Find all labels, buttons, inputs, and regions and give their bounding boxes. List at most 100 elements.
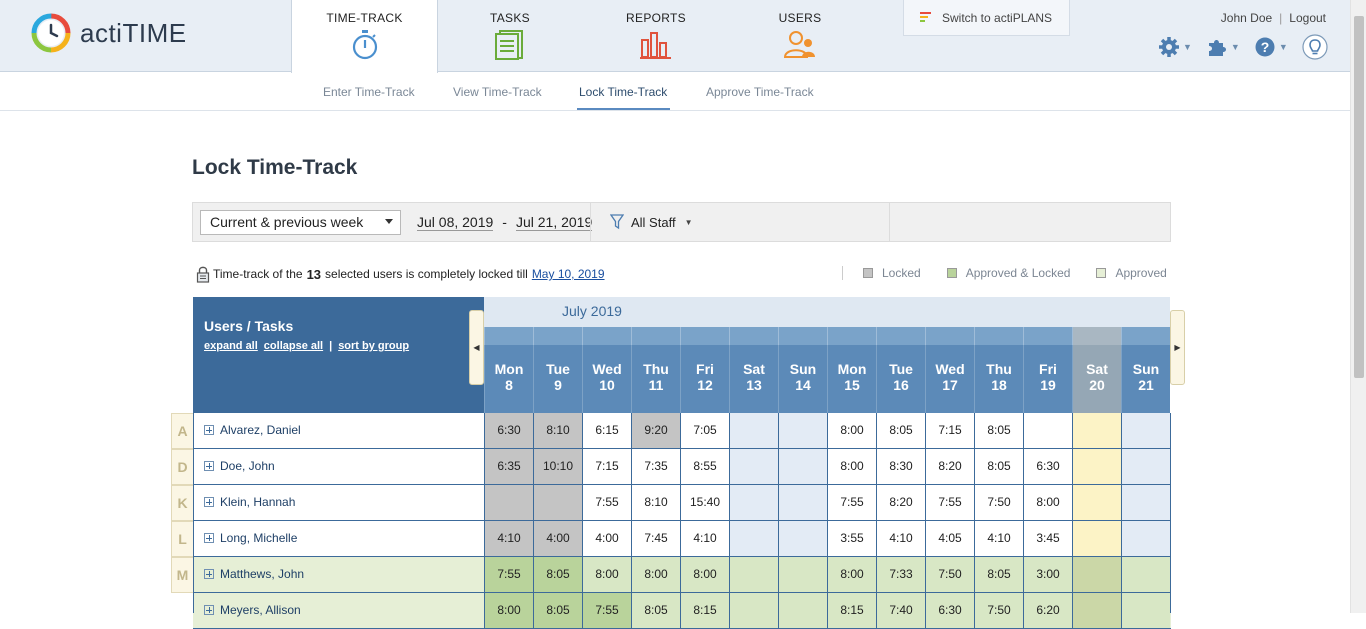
time-cell[interactable] <box>778 557 827 592</box>
subnav-enter-time-track[interactable]: Enter Time-Track <box>323 85 415 99</box>
time-cell[interactable] <box>1121 449 1170 484</box>
subnav-lock-time-track[interactable]: Lock Time-Track <box>579 85 667 99</box>
time-cell[interactable] <box>1121 593 1170 628</box>
time-cell[interactable]: 8:00 <box>827 449 876 484</box>
time-cell[interactable]: 7:50 <box>925 557 974 592</box>
tab-reports[interactable]: REPORTS <box>582 0 730 72</box>
time-cell[interactable]: 8:05 <box>974 413 1023 448</box>
time-cell[interactable]: 4:10 <box>974 521 1023 556</box>
sort-by-group-link[interactable]: sort by group <box>338 340 409 352</box>
time-cell[interactable]: 7:35 <box>631 449 680 484</box>
switch-to-actiplans-button[interactable]: Switch to actiPLANS <box>903 0 1070 36</box>
time-cell[interactable]: 8:55 <box>680 449 729 484</box>
tab-tasks[interactable]: TASKS <box>438 0 582 72</box>
time-cell[interactable] <box>729 449 778 484</box>
time-cell[interactable]: 8:10 <box>631 485 680 520</box>
time-cell[interactable]: 8:05 <box>533 557 582 592</box>
time-cell[interactable]: 7:05 <box>680 413 729 448</box>
actitime-logo[interactable]: actiTIME <box>30 12 187 54</box>
time-cell[interactable]: 7:15 <box>582 449 631 484</box>
time-cell[interactable]: 8:05 <box>533 593 582 628</box>
time-cell[interactable] <box>729 521 778 556</box>
time-cell[interactable]: 8:05 <box>974 557 1023 592</box>
time-cell[interactable]: 10:10 <box>533 449 582 484</box>
expand-plus-icon[interactable] <box>204 461 214 471</box>
time-cell[interactable]: 8:15 <box>680 593 729 628</box>
time-cell[interactable]: 8:00 <box>827 557 876 592</box>
user-name-link[interactable]: Alvarez, Daniel <box>220 423 301 437</box>
time-cell[interactable]: 7:45 <box>631 521 680 556</box>
time-cell[interactable] <box>729 557 778 592</box>
tab-time-track[interactable]: TIME-TRACK <box>291 0 438 73</box>
time-cell[interactable]: 8:05 <box>974 449 1023 484</box>
date-to-field[interactable]: Jul 21, 2019 <box>515 214 593 231</box>
collapse-all-link[interactable]: collapse all <box>264 340 323 352</box>
time-cell[interactable] <box>1072 485 1121 520</box>
time-cell[interactable]: 7:33 <box>876 557 925 592</box>
time-cell[interactable] <box>484 485 533 520</box>
time-cell[interactable]: 9:20 <box>631 413 680 448</box>
time-cell[interactable] <box>778 593 827 628</box>
time-cell[interactable]: 7:55 <box>582 593 631 628</box>
date-from-field[interactable]: Jul 08, 2019 <box>417 214 494 231</box>
time-cell[interactable]: 4:05 <box>925 521 974 556</box>
time-cell[interactable]: 8:10 <box>533 413 582 448</box>
time-cell[interactable] <box>1121 521 1170 556</box>
user-name-link[interactable]: Matthews, John <box>220 567 304 581</box>
time-cell[interactable]: 8:30 <box>876 449 925 484</box>
addons-menu[interactable]: ▼ <box>1206 36 1240 58</box>
user-name-link[interactable]: Klein, Hannah <box>220 495 295 509</box>
time-cell[interactable]: 6:20 <box>1023 593 1072 628</box>
logout-link[interactable]: Logout <box>1289 11 1326 25</box>
time-cell[interactable] <box>729 413 778 448</box>
time-cell[interactable] <box>1023 413 1072 448</box>
time-cell[interactable] <box>1072 593 1121 628</box>
time-cell[interactable] <box>533 485 582 520</box>
time-cell[interactable]: 3:55 <box>827 521 876 556</box>
time-cell[interactable] <box>1072 557 1121 592</box>
expand-plus-icon[interactable] <box>204 533 214 543</box>
vertical-scrollbar[interactable] <box>1350 0 1366 613</box>
time-cell[interactable] <box>1121 557 1170 592</box>
time-cell[interactable]: 6:30 <box>484 413 533 448</box>
time-cell[interactable]: 4:10 <box>680 521 729 556</box>
time-cell[interactable]: 7:55 <box>925 485 974 520</box>
user-name-link[interactable]: John Doe <box>1221 11 1272 25</box>
time-cell[interactable] <box>729 485 778 520</box>
time-cell[interactable]: 8:05 <box>876 413 925 448</box>
expand-plus-icon[interactable] <box>204 497 214 507</box>
staff-filter[interactable]: All Staff ▼ <box>610 214 692 230</box>
time-cell[interactable]: 8:05 <box>631 593 680 628</box>
expand-plus-icon[interactable] <box>204 605 214 615</box>
time-cell[interactable] <box>1072 413 1121 448</box>
tab-users[interactable]: USERS <box>730 0 870 72</box>
user-name-link[interactable]: Long, Michelle <box>220 531 297 545</box>
time-cell[interactable]: 3:00 <box>1023 557 1072 592</box>
user-name-link[interactable]: Meyers, Allison <box>220 603 301 617</box>
time-cell[interactable]: 8:00 <box>631 557 680 592</box>
lock-date-link[interactable]: May 10, 2019 <box>532 267 605 281</box>
time-cell[interactable]: 4:10 <box>876 521 925 556</box>
time-cell[interactable]: 8:00 <box>827 413 876 448</box>
time-cell[interactable]: 7:55 <box>827 485 876 520</box>
time-cell[interactable]: 7:55 <box>484 557 533 592</box>
time-cell[interactable]: 6:15 <box>582 413 631 448</box>
period-select[interactable]: Current & previous week <box>200 210 401 235</box>
time-cell[interactable]: 7:15 <box>925 413 974 448</box>
time-cell[interactable]: 15:40 <box>680 485 729 520</box>
time-cell[interactable]: 8:00 <box>582 557 631 592</box>
time-cell[interactable]: 7:50 <box>974 485 1023 520</box>
time-cell[interactable] <box>1072 521 1121 556</box>
time-cell[interactable]: 6:35 <box>484 449 533 484</box>
time-cell[interactable] <box>1121 485 1170 520</box>
subnav-approve-time-track[interactable]: Approve Time-Track <box>706 85 814 99</box>
time-cell[interactable]: 8:20 <box>925 449 974 484</box>
settings-menu[interactable]: ▼ <box>1158 36 1192 58</box>
time-cell[interactable]: 8:15 <box>827 593 876 628</box>
scrollbar-thumb[interactable] <box>1354 16 1364 378</box>
prev-period-button[interactable]: ◀ <box>469 310 484 385</box>
time-cell[interactable]: 6:30 <box>1023 449 1072 484</box>
expand-plus-icon[interactable] <box>204 569 214 579</box>
tips-button[interactable] <box>1302 34 1328 60</box>
time-cell[interactable]: 3:45 <box>1023 521 1072 556</box>
